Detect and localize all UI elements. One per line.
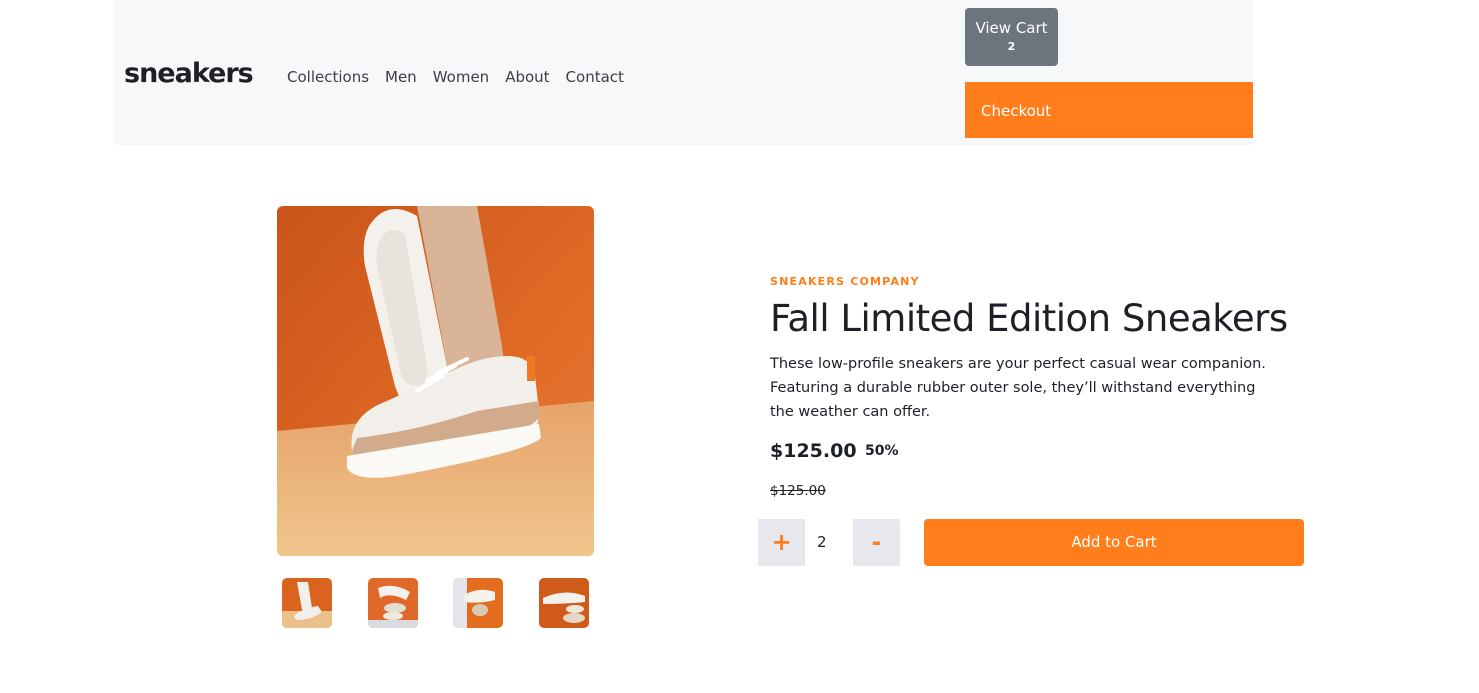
view-cart-button[interactable]: View Cart 2 xyxy=(965,8,1058,66)
quantity-value: 2 xyxy=(817,533,827,551)
add-to-cart-button[interactable]: Add to Cart xyxy=(924,519,1304,566)
nav-contact[interactable]: Contact xyxy=(566,68,624,86)
thumbnail-1[interactable] xyxy=(282,578,332,628)
checkout-label: Checkout xyxy=(981,102,1052,120)
main-nav: Collections Men Women About Contact xyxy=(287,68,624,86)
view-cart-label: View Cart xyxy=(975,19,1048,37)
thumbnail-3[interactable] xyxy=(453,578,503,628)
nav-men[interactable]: Men xyxy=(385,68,417,86)
logo[interactable]: sneakers xyxy=(124,58,254,89)
discount-badge: 50% xyxy=(865,443,899,459)
product-title: Fall Limited Edition Sneakers xyxy=(770,297,1288,340)
nav-about[interactable]: About xyxy=(505,68,549,86)
product-hero-image xyxy=(277,206,594,556)
current-price: $125.00 xyxy=(770,440,857,462)
quantity-minus-button[interactable]: - xyxy=(853,519,900,566)
thumbnail-4[interactable] xyxy=(539,578,589,628)
thumbnail-2[interactable] xyxy=(368,578,418,628)
header: sneakers Collections Men Women About Con… xyxy=(113,0,1253,145)
nav-collections[interactable]: Collections xyxy=(287,68,369,86)
original-price: $125.00 xyxy=(770,483,826,499)
company-label: SNEAKERS COMPANY xyxy=(770,275,920,288)
quantity-plus-button[interactable]: + xyxy=(758,519,805,566)
nav-women[interactable]: Women xyxy=(433,68,489,86)
product-description: These low-profile sneakers are your perf… xyxy=(770,356,1266,420)
cart-count-badge: 2 xyxy=(1007,40,1016,53)
checkout-button[interactable]: Checkout xyxy=(965,82,1253,138)
